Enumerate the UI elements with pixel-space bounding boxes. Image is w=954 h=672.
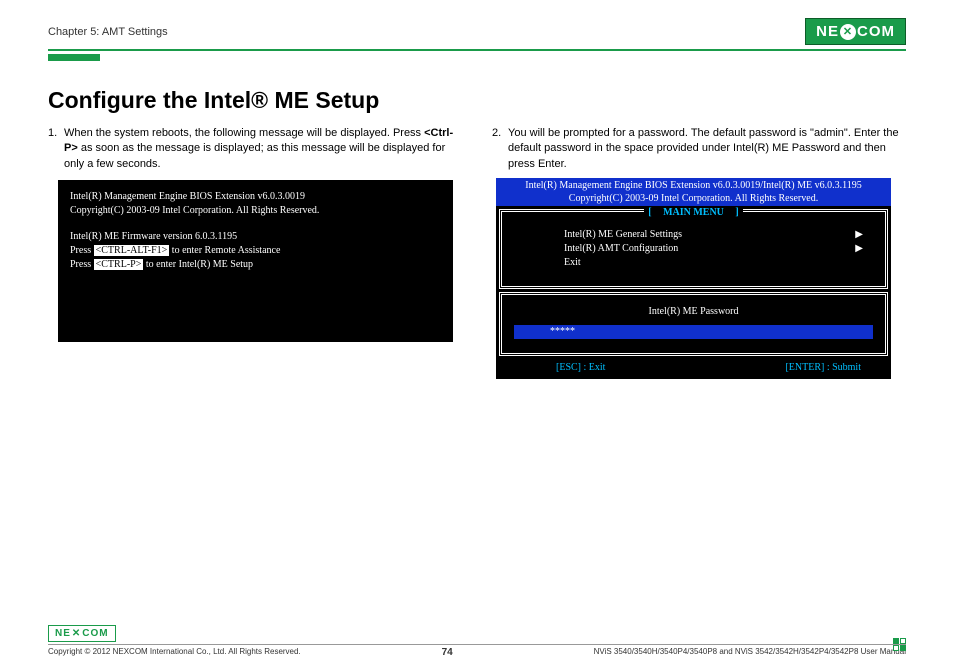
menu-items: Intel(R) ME General Settings ▶ Intel(R) … [504,220,883,284]
content-columns: 1. When the system reboots, the followin… [48,126,906,379]
logo-x-icon: ✕ [840,24,856,40]
right-column: 2. You will be prompted for a password. … [492,126,906,379]
header-rule [48,49,906,51]
esc-hint: [ESC] : Exit [556,361,605,375]
chevron-right-icon: ▶ [855,242,863,256]
menu-header: Intel(R) Management Engine BIOS Extensio… [496,178,891,206]
password-label: Intel(R) ME Password [514,305,873,319]
page-title: Configure the Intel® ME Setup [48,87,906,114]
step-2: 2. You will be prompted for a password. … [492,126,906,172]
me-setup-screen: Intel(R) Management Engine BIOS Extensio… [496,178,891,379]
chapter-title: Chapter 5: AMT Settings [48,26,168,38]
bios-line: Press <CTRL-P> to enter Intel(R) ME Setu… [70,258,441,272]
menu-title: [ MAIN MENU ] [504,206,883,220]
footer-text-row: Copyright © 2012 NEXCOM International Co… [48,647,906,658]
bios-line: Intel(R) ME Firmware version 6.0.3.1195 [70,230,441,244]
chevron-right-icon: ▶ [855,228,863,242]
bios-line: Copyright(C) 2003-09 Intel Corporation. … [70,204,441,218]
manual-name: NViS 3540/3540H/3540P4/3540P8 and NViS 3… [594,647,906,658]
password-input[interactable]: ***** [514,325,873,339]
menu-item-exit[interactable]: Exit [564,256,871,270]
password-panel: Intel(R) ME Password ***** [499,292,888,356]
step-number: 2. [492,126,508,172]
bios-line: Intel(R) Management Engine BIOS Extensio… [70,190,441,204]
copyright: Copyright © 2012 NEXCOM International Co… [48,647,301,658]
footer-rule [48,644,906,645]
enter-hint: [ENTER] : Submit [785,361,861,375]
step-1: 1. When the system reboots, the followin… [48,126,462,172]
nexcom-logo: NE✕COM [805,18,906,45]
menu-footer: [ESC] : Exit [ENTER] : Submit [496,359,891,379]
footer-logo: NE✕COM [48,625,116,642]
menu-item-amt-config[interactable]: Intel(R) AMT Configuration ▶ [564,242,871,256]
menu-item-general-settings[interactable]: Intel(R) ME General Settings ▶ [564,228,871,242]
main-menu-panel: [ MAIN MENU ] Intel(R) ME General Settin… [499,209,888,289]
step-number: 1. [48,126,64,172]
page-number: 74 [442,647,453,658]
step-text: You will be prompted for a password. The… [508,126,906,172]
page-footer: NE✕COM Copyright © 2012 NEXCOM Internati… [48,623,906,658]
bios-message-screen: Intel(R) Management Engine BIOS Extensio… [58,180,453,342]
left-column: 1. When the system reboots, the followin… [48,126,462,379]
step-text: When the system reboots, the following m… [64,126,462,172]
footer-decoration-icon [893,638,906,651]
header-accent-bar [48,54,100,61]
bios-line: Press <CTRL-ALT-F1> to enter Remote Assi… [70,244,441,258]
page-header: Chapter 5: AMT Settings NE✕COM [48,18,906,45]
